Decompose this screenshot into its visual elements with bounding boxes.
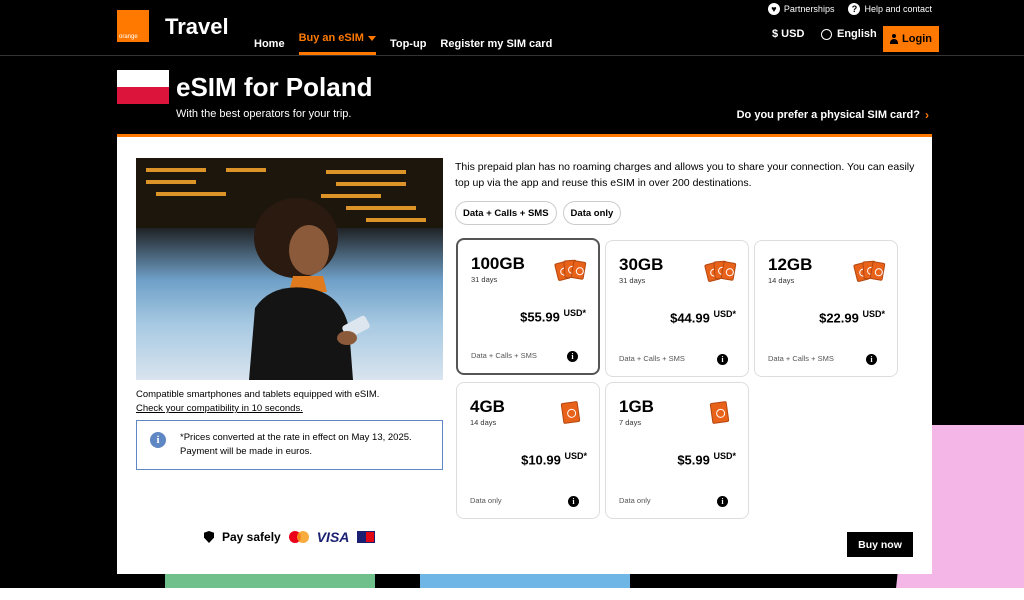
filter-data-only[interactable]: Data only xyxy=(562,201,622,225)
plan-type: Data + Calls + SMS xyxy=(768,354,834,363)
info-icon[interactable]: i xyxy=(717,354,728,365)
nav-home[interactable]: Home xyxy=(254,32,285,55)
plan-price-amount: $44.99 xyxy=(670,310,710,326)
plan-card-12gb[interactable]: 12GB 14 days $22.99 USD* Data + Calls + … xyxy=(754,240,898,377)
language-selector[interactable]: English xyxy=(821,28,877,40)
plan-price-amount: $5.99 xyxy=(677,452,710,468)
poland-flag xyxy=(117,70,169,104)
login-label: Login xyxy=(902,33,932,45)
info-icon: i xyxy=(150,432,166,448)
carte-bancaire-icon xyxy=(357,531,376,543)
plan-filters: Data + Calls + SMS Data only xyxy=(455,201,622,225)
orange-logo[interactable]: orange xyxy=(117,10,149,42)
plan-card-1gb[interactable]: 1GB 7 days $5.99 USD* Data only i xyxy=(605,382,749,519)
price-notice-text: *Prices converted at the rate in effect … xyxy=(180,432,412,457)
shield-icon xyxy=(204,531,214,543)
plan-duration: 7 days xyxy=(619,418,642,427)
plan-type: Data + Calls + SMS xyxy=(619,354,685,363)
nav-buy-esim[interactable]: Buy an eSIM xyxy=(298,32,376,55)
filter-data-calls-sms[interactable]: Data + Calls + SMS xyxy=(455,201,557,225)
partnerships-link[interactable]: ♥ Partnerships xyxy=(767,3,835,15)
plan-price: $5.99 USD* xyxy=(677,451,736,467)
plan-data-amount: 4GB xyxy=(470,397,505,416)
plan-data-amount: 30GB xyxy=(619,255,664,274)
plan-price-amount: $55.99 xyxy=(520,309,560,325)
traveler-photo xyxy=(136,158,443,380)
compatibility-link[interactable]: Check your compatibility in 10 seconds. xyxy=(136,403,303,414)
plan-price-currency: USD* xyxy=(564,451,587,461)
passport-icon xyxy=(560,400,581,425)
help-link[interactable]: ? Help and contact xyxy=(848,3,932,15)
plan-data-amount: 12GB xyxy=(768,255,813,274)
plan-data-amount: 1GB xyxy=(619,397,654,416)
nav-register-sim[interactable]: Register my SIM card xyxy=(440,32,552,55)
user-icon xyxy=(890,34,899,44)
main-nav: Home Buy an eSIM Top-up Register my SIM … xyxy=(254,32,552,55)
chevron-down-icon xyxy=(367,35,376,41)
plan-data-amount: 100GB xyxy=(471,254,525,273)
plan-price-amount: $10.99 xyxy=(521,452,561,468)
plan-price-currency: USD* xyxy=(713,451,736,461)
info-icon[interactable]: i xyxy=(866,354,877,365)
partnerships-label: Partnerships xyxy=(783,4,835,14)
page-title: eSIM for Poland xyxy=(176,72,373,102)
plan-price-currency: USD* xyxy=(563,308,586,318)
plan-price: $22.99 USD* xyxy=(819,309,885,325)
nav-top-up[interactable]: Top-up xyxy=(390,32,426,55)
page-subtitle: With the best operators for your trip. xyxy=(176,108,352,120)
brand-title: Travel xyxy=(165,14,229,39)
globe-icon xyxy=(821,28,832,40)
visa-logo: VISA xyxy=(316,529,350,545)
plan-price: $44.99 USD* xyxy=(670,309,736,325)
plan-type: Data only xyxy=(470,496,502,505)
logo-text: orange xyxy=(119,34,138,40)
plan-duration: 31 days xyxy=(619,276,646,285)
plan-price-currency: USD* xyxy=(862,309,885,319)
passports-icon xyxy=(853,257,886,283)
plan-price: $55.99 USD* xyxy=(520,308,586,324)
pay-safely-label: Pay safely xyxy=(222,530,281,544)
plan-price: $10.99 USD* xyxy=(521,451,587,467)
plan-card-4gb[interactable]: 4GB 14 days $10.99 USD* Data only i xyxy=(456,382,600,519)
passport-icon xyxy=(709,400,730,425)
help-label: Help and contact xyxy=(864,4,932,14)
nav-buy-esim-label: Buy an eSIM xyxy=(298,32,364,44)
plan-type: Data only xyxy=(619,496,651,505)
plan-card-100gb[interactable]: 100GB 31 days $55.99 USD* Data + Calls +… xyxy=(456,238,600,375)
plan-type: Data + Calls + SMS xyxy=(471,351,537,360)
currency-selector[interactable]: $ USD xyxy=(772,28,804,40)
physical-sim-link[interactable]: Do you prefer a physical SIM card? › xyxy=(737,108,929,122)
plan-duration: 14 days xyxy=(470,418,497,427)
plan-price-amount: $22.99 xyxy=(819,310,859,326)
mastercard-icon xyxy=(288,531,309,543)
secure-payment: Pay safely VISA xyxy=(204,529,376,545)
top-header: orange Travel Home Buy an eSIM Top-up Re… xyxy=(0,0,1024,56)
passports-icon xyxy=(554,256,587,282)
info-icon[interactable]: i xyxy=(567,351,578,362)
currency-label: $ USD xyxy=(772,28,805,40)
language-label: English xyxy=(837,28,877,40)
plan-price-currency: USD* xyxy=(713,309,736,319)
help-icon: ? xyxy=(848,3,861,15)
buy-now-button[interactable]: Buy now xyxy=(847,532,913,557)
page-bottom-strip xyxy=(0,588,1024,600)
physical-sim-label: Do you prefer a physical SIM card? xyxy=(736,109,920,121)
product-card: Compatible smartphones and tablets equip… xyxy=(117,134,932,574)
info-icon[interactable]: i xyxy=(717,496,728,507)
plan-duration: 14 days xyxy=(768,276,795,285)
plan-description: This prepaid plan has no roaming charges… xyxy=(455,161,915,189)
passports-icon xyxy=(704,257,737,283)
plan-card-30gb[interactable]: 30GB 31 days $44.99 USD* Data + Calls + … xyxy=(605,240,749,377)
compatibility-text: Compatible smartphones and tablets equip… xyxy=(136,389,380,400)
info-icon[interactable]: i xyxy=(568,496,579,507)
login-button[interactable]: Login xyxy=(883,26,939,52)
top-links: ♥ Partnerships ? Help and contact xyxy=(767,3,932,15)
chevron-right-icon: › xyxy=(925,108,929,122)
handshake-icon: ♥ xyxy=(767,3,780,15)
woman-with-phone xyxy=(249,198,370,380)
price-notice: i *Prices converted at the rate in effec… xyxy=(136,420,443,470)
plan-duration: 31 days xyxy=(471,275,498,284)
